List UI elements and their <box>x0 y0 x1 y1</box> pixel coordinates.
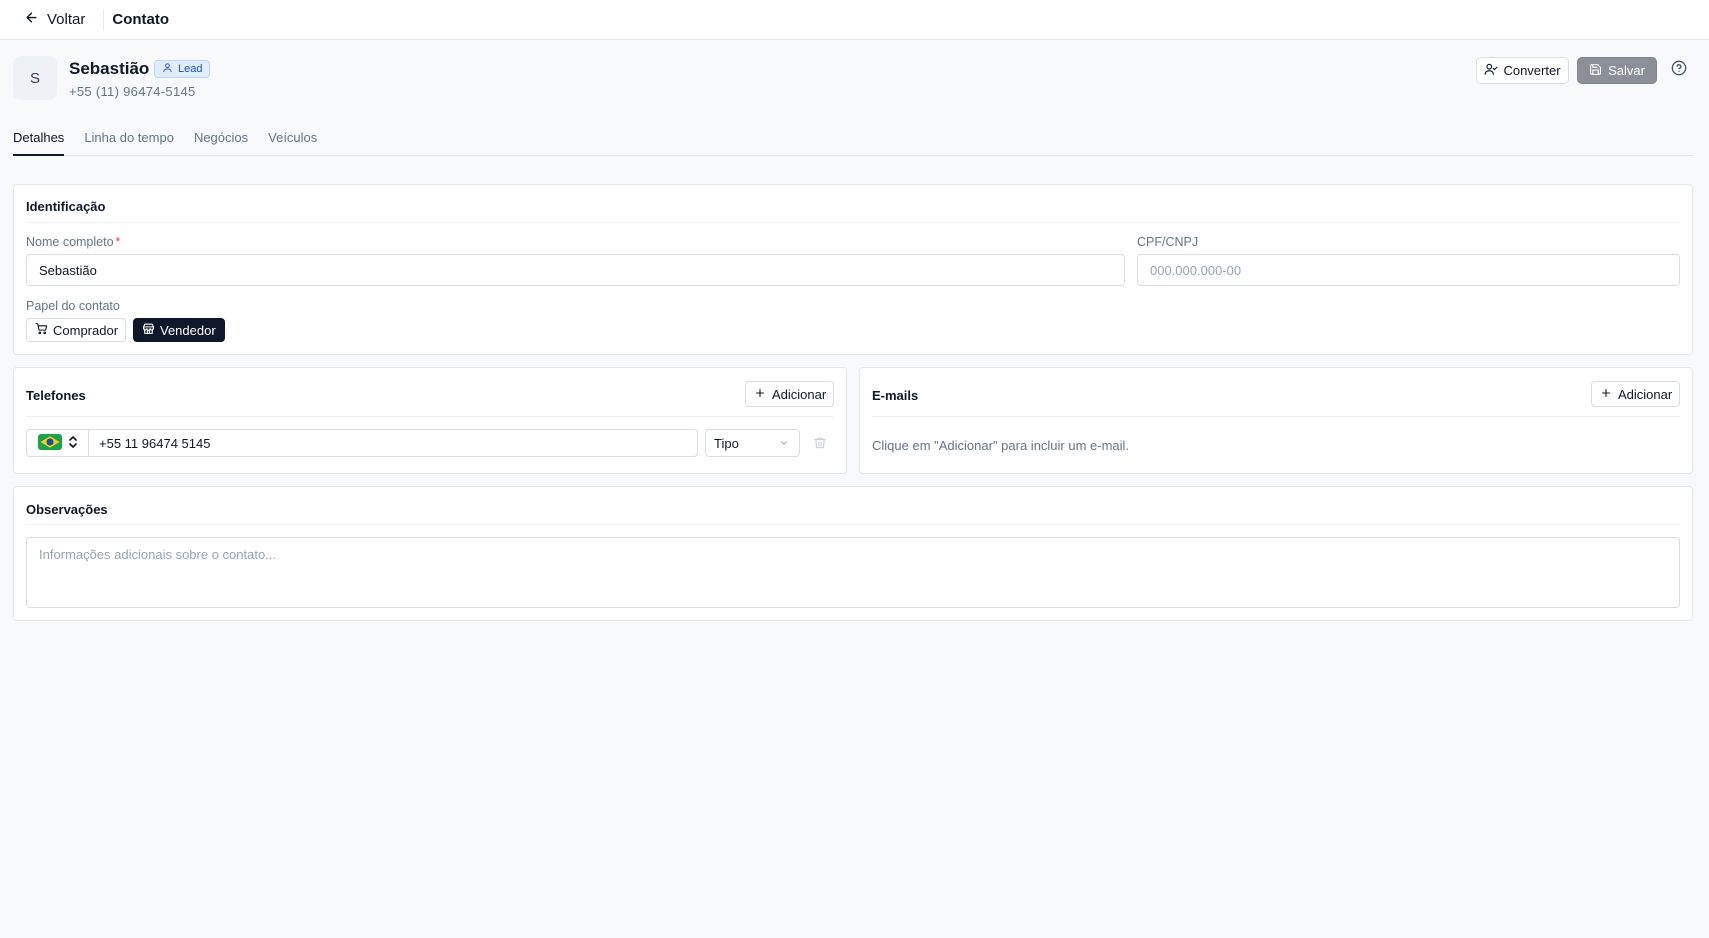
avatar: S <box>13 56 57 100</box>
tab-timeline[interactable]: Linha do tempo <box>84 120 174 156</box>
contact-phone: +55 (11) 96474-5145 <box>69 84 196 99</box>
add-email-button[interactable]: Adicionar <box>1591 381 1680 407</box>
status-badge: Lead <box>154 60 211 78</box>
add-phone-label: Adicionar <box>772 386 827 402</box>
contact-role-label: Papel do contato <box>26 299 120 313</box>
card-title: Observações <box>26 502 108 517</box>
cart-icon <box>35 322 48 338</box>
save-label: Salvar <box>1608 63 1645 78</box>
phone-number-input[interactable]: +55 11 96474 5145 <box>88 429 698 457</box>
divider <box>26 222 1680 223</box>
divider <box>26 524 1680 525</box>
divider <box>26 416 834 417</box>
back-label: Voltar <box>47 11 86 28</box>
delete-phone-button[interactable] <box>813 436 827 450</box>
add-email-label: Adicionar <box>1618 386 1673 402</box>
tab-vehicles[interactable]: Veículos <box>268 120 317 156</box>
help-circle-icon <box>1671 60 1687 79</box>
user-icon <box>162 62 173 76</box>
back-button[interactable]: Voltar <box>24 10 85 29</box>
emails-empty-state: Clique em "Adicionar" para incluir um e-… <box>872 438 1130 453</box>
document-input[interactable]: 000.000.000-00 <box>1137 254 1680 286</box>
plus-icon <box>1600 387 1612 402</box>
role-buyer-label: Comprador <box>53 322 119 338</box>
phones-card: Telefones <box>13 367 847 474</box>
save-button[interactable]: Salvar <box>1577 57 1657 84</box>
full-name-input[interactable]: Sebastião <box>26 254 1125 286</box>
user-check-icon <box>1484 62 1498 79</box>
trash-icon <box>813 437 827 453</box>
convert-button[interactable]: Converter <box>1476 57 1569 84</box>
phone-type-select[interactable]: Tipo <box>705 429 800 457</box>
divider <box>103 9 105 30</box>
tab-deals[interactable]: Negócios <box>194 120 248 156</box>
top-bar: Voltar Contato <box>0 0 1709 40</box>
document-label: CPF/CNPJ <box>1137 235 1199 249</box>
plus-icon <box>754 387 766 402</box>
arrow-left-icon <box>24 10 39 29</box>
save-icon <box>1589 63 1602 79</box>
full-name-label-text: Nome completo <box>26 235 114 249</box>
card-title: Identificação <box>26 199 106 214</box>
help-button[interactable] <box>1671 60 1687 79</box>
notes-textarea[interactable]: Informações adicionais sobre o contato..… <box>26 537 1680 608</box>
card-title: E-mails <box>872 388 919 403</box>
role-seller-label: Vendedor <box>160 322 216 338</box>
brazil-flag-icon <box>38 433 62 453</box>
tab-details[interactable]: Detalhes <box>13 120 65 156</box>
contact-name: Sebastião <box>69 59 150 78</box>
divider <box>872 416 1680 417</box>
role-buyer-button[interactable]: Comprador <box>26 318 126 342</box>
store-icon <box>142 322 155 338</box>
page-title: Contato <box>112 11 170 28</box>
phone-type-label: Tipo <box>714 435 739 451</box>
role-seller-button[interactable]: Vendedor <box>133 318 225 342</box>
country-code-select[interactable] <box>26 429 88 457</box>
emails-card: E-mails <box>859 367 1693 474</box>
chevron-down-icon <box>779 436 789 451</box>
add-phone-button[interactable]: Adicionar <box>745 381 834 407</box>
badge-label: Lead <box>178 63 203 75</box>
card-title: Telefones <box>26 388 86 403</box>
convert-label: Converter <box>1503 63 1561 78</box>
full-name-label: Nome completo * <box>26 235 120 249</box>
required-mark: * <box>115 235 121 249</box>
chevron-updown-icon <box>68 435 78 452</box>
tabs: Detalhes Linha do tempo Negócios Veículo… <box>13 120 1693 156</box>
